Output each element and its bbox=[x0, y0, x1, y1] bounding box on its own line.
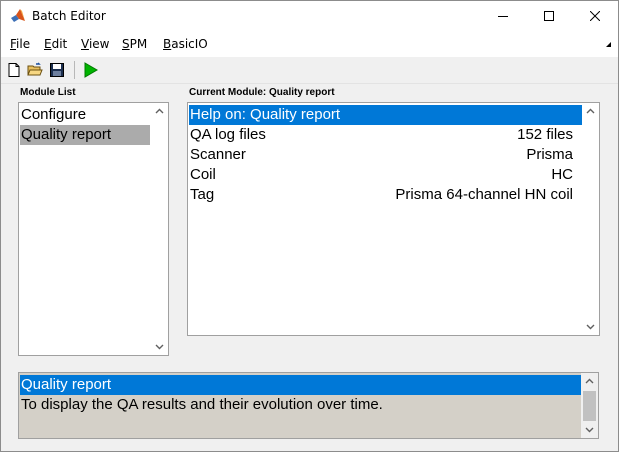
minimize-icon bbox=[498, 16, 508, 17]
module-list-scrollbar[interactable] bbox=[151, 103, 168, 355]
current-module-label: Current Module: Quality report bbox=[189, 87, 335, 98]
window-title: Batch Editor bbox=[32, 9, 106, 23]
module-list[interactable]: Configure Quality report bbox=[18, 102, 169, 356]
scroll-down-icon[interactable] bbox=[585, 427, 594, 433]
maximize-icon bbox=[544, 11, 554, 21]
module-row-name: Help on: Quality report bbox=[190, 106, 341, 123]
menu-bar: File Edit View SPM BasicIO bbox=[1, 31, 618, 57]
scroll-down-icon[interactable] bbox=[586, 324, 595, 330]
toolbar-expand-arrow-icon[interactable] bbox=[604, 40, 612, 48]
module-row-value: 152 files bbox=[517, 126, 573, 143]
menu-view[interactable]: View bbox=[81, 37, 109, 51]
save-icon[interactable] bbox=[49, 62, 65, 78]
close-button[interactable] bbox=[572, 1, 618, 31]
scroll-up-icon[interactable] bbox=[585, 378, 594, 384]
title-bar: Batch Editor bbox=[1, 1, 618, 31]
help-title: Quality report bbox=[20, 375, 581, 395]
module-row-value: Prisma bbox=[526, 146, 573, 163]
module-list-label: Module List bbox=[20, 87, 76, 98]
open-folder-icon[interactable] bbox=[27, 62, 43, 78]
module-row-value: Prisma 64-channel HN coil bbox=[395, 186, 573, 203]
batch-editor-window: Batch Editor File Edit View SPM BasicIO bbox=[0, 0, 619, 452]
new-file-icon[interactable] bbox=[6, 62, 22, 78]
module-row-name: Tag bbox=[190, 186, 215, 203]
module-row-scanner[interactable]: Scanner Prisma bbox=[189, 145, 582, 165]
current-module-scrollbar[interactable] bbox=[582, 103, 599, 335]
help-scroll-thumb[interactable] bbox=[583, 391, 596, 421]
close-icon bbox=[590, 11, 600, 21]
scroll-down-icon[interactable] bbox=[155, 344, 164, 350]
help-scrollbar[interactable] bbox=[581, 373, 598, 438]
menu-file[interactable]: File bbox=[10, 37, 30, 51]
run-icon[interactable] bbox=[82, 62, 98, 78]
current-module-list[interactable]: Help on: Quality report QA log files 152… bbox=[187, 102, 600, 336]
module-row-coil[interactable]: Coil HC bbox=[189, 165, 582, 185]
toolbar bbox=[1, 57, 618, 84]
scroll-up-icon[interactable] bbox=[586, 108, 595, 114]
module-row-qa-log-files[interactable]: QA log files 152 files bbox=[189, 125, 582, 145]
minimize-button[interactable] bbox=[480, 1, 526, 31]
module-row-name: Coil bbox=[190, 166, 216, 183]
maximize-button[interactable] bbox=[526, 1, 572, 31]
module-row-value: HC bbox=[551, 166, 573, 183]
menu-spm[interactable]: SPM bbox=[122, 37, 147, 51]
scroll-up-icon[interactable] bbox=[155, 108, 164, 114]
help-description: To display the QA results and their evol… bbox=[21, 396, 383, 413]
matlab-icon bbox=[10, 8, 26, 24]
module-list-item-quality-report[interactable]: Quality report bbox=[20, 125, 150, 145]
module-row-tag[interactable]: Tag Prisma 64-channel HN coil bbox=[189, 185, 582, 205]
menu-basicio[interactable]: BasicIO bbox=[163, 37, 208, 51]
menu-edit[interactable]: Edit bbox=[44, 37, 67, 51]
module-row-help[interactable]: Help on: Quality report bbox=[189, 105, 582, 125]
help-text-box[interactable]: Quality report To display the QA results… bbox=[18, 372, 599, 439]
toolbar-separator bbox=[74, 61, 75, 79]
module-list-item-configure[interactable]: Configure bbox=[20, 105, 150, 125]
module-row-name: QA log files bbox=[190, 126, 266, 143]
module-row-name: Scanner bbox=[190, 146, 246, 163]
